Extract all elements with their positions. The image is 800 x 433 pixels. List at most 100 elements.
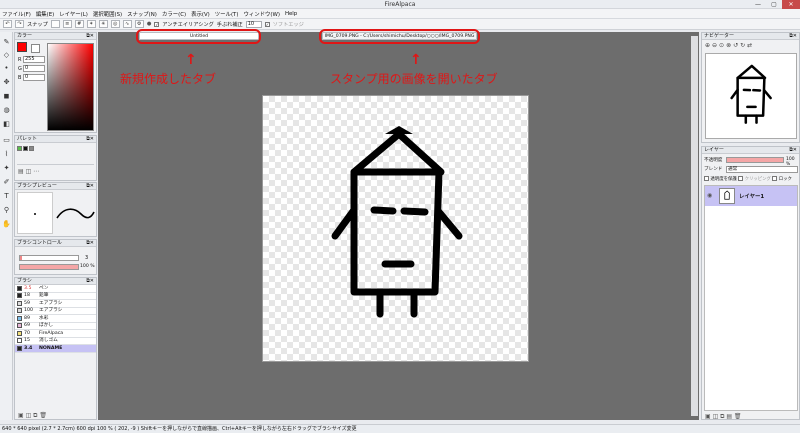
eye-icon[interactable]: ◉ — [707, 192, 712, 199]
hand-tool-icon[interactable]: ✋ — [2, 220, 11, 229]
brush-actions-icon[interactable]: ▣ ◫ ⧉ 🗑 — [18, 412, 47, 420]
brush-panel-header: ブラシ ⧉✕ — [15, 278, 96, 285]
menu-tool[interactable]: ツール(T) — [215, 10, 239, 18]
snap-curve-icon[interactable]: ∿ — [122, 20, 132, 28]
move-tool-icon[interactable]: ✥ — [2, 78, 11, 87]
blend-label: ブレンド — [704, 167, 723, 172]
layer-row[interactable]: ◉ レイヤー1 — [705, 186, 797, 206]
annotation-label-new-tab: 新規作成したタブ — [120, 72, 217, 86]
annotation-arrow-right: ↑ — [410, 52, 422, 68]
color-picker-square[interactable] — [47, 43, 94, 131]
snap-vanish-icon[interactable]: ✶ — [86, 20, 96, 28]
bucket-tool-icon[interactable]: ◍ — [2, 106, 11, 115]
panel-close-icon[interactable]: ⧉✕ — [789, 33, 797, 40]
primary-color-swatch[interactable] — [17, 42, 27, 52]
fill-tool-icon[interactable]: ◼ — [2, 92, 11, 101]
menu-snap[interactable]: スナップ(N) — [127, 10, 157, 18]
navigator-zoom-icons[interactable]: ⊕⊖⊙⊗↺↻⇄ — [705, 42, 754, 49]
palette-swatch[interactable] — [23, 146, 28, 151]
panel-close-icon[interactable]: ⧉✕ — [789, 147, 797, 154]
layer-opacity-label: 不透明度 — [704, 158, 723, 163]
menu-color[interactable]: カラー(C) — [162, 10, 186, 18]
brush-size-fill — [20, 256, 22, 260]
navigator-panel: ナビゲーター ⧉✕ ⊕⊖⊙⊗↺↻⇄ — [701, 32, 800, 143]
navigator-preview[interactable] — [705, 53, 797, 139]
window-title: FireAlpaca — [384, 1, 416, 8]
brush-dot — [34, 213, 36, 215]
brush-size-value: 3 — [85, 255, 89, 261]
brush-name: 鉛筆 — [39, 293, 49, 299]
brush-item[interactable]: 3.4 NONAME — [15, 345, 96, 353]
protect-alpha-checkbox[interactable] — [704, 176, 709, 181]
menu-edit[interactable]: 編集(E) — [36, 10, 54, 18]
menu-file[interactable]: ファイル(F) — [2, 10, 31, 18]
snap-circle-icon[interactable]: ◎ — [110, 20, 120, 28]
snap-cross-icon[interactable]: # — [74, 20, 84, 28]
lasso-tool-icon[interactable]: ⌇ — [2, 150, 11, 159]
dot-tool-icon[interactable]: • — [2, 64, 11, 73]
minimize-button[interactable]: — — [750, 0, 766, 9]
undo-icon[interactable]: ↶ — [3, 20, 12, 28]
close-button[interactable]: ✕ — [782, 0, 800, 9]
layer-actions-icon[interactable]: ▣ ◫ ⧉ ▤ 🗑 — [705, 413, 742, 421]
palette-swatch[interactable] — [29, 146, 34, 151]
vertical-scrollbar[interactable] — [691, 36, 698, 416]
lock-checkbox[interactable] — [772, 176, 778, 181]
maximize-button[interactable]: ▢ — [766, 0, 782, 9]
magic-wand-icon[interactable]: ✦ — [2, 164, 11, 173]
snap-radial-icon[interactable]: ✳ — [98, 20, 108, 28]
text-tool-icon[interactable]: T — [2, 192, 11, 201]
panel-close-icon[interactable]: ⧉✕ — [86, 136, 94, 143]
select-pen-icon[interactable]: ✐ — [2, 178, 11, 187]
antialias-checkbox[interactable]: ✓ — [154, 21, 160, 27]
menu-selection[interactable]: 選択範囲(S) — [93, 10, 122, 18]
b-input[interactable]: 0 — [23, 74, 45, 81]
softedge-checkbox[interactable]: ✓ — [264, 21, 270, 27]
snap-parallel-icon[interactable]: ≡ — [62, 20, 72, 28]
brush-panel: ブラシ ⧉✕ 3.5 ペン 18 鉛筆 59 エアブラシ 100 エアブラシ 89 水彩 6… — [14, 277, 97, 420]
color-panel: カラー ⧉✕ R 255 G 0 B 0 — [14, 32, 97, 133]
brush-tool-icon[interactable]: ✎ — [2, 38, 11, 47]
eraser-tool-icon[interactable]: ◇ — [2, 51, 11, 60]
correction-select[interactable]: 10 — [245, 20, 262, 28]
palette-menu-icon[interactable]: ▤ ◫ ⋯ — [18, 168, 39, 175]
clipping-checkbox[interactable] — [738, 176, 744, 181]
g-input[interactable]: 0 — [23, 65, 45, 72]
menu-help[interactable]: Help — [285, 11, 297, 17]
palette-panel-header: パレット ⧉✕ — [15, 136, 96, 143]
title-bar: FireAlpaca — ▢ ✕ — [0, 0, 800, 9]
brush-size: 15 — [24, 338, 30, 344]
brush-name: 水彩 — [39, 315, 49, 321]
snap-settings-icon[interactable]: ⚙ — [134, 20, 144, 28]
menu-window[interactable]: ウィンドウ(W) — [243, 10, 280, 18]
brush-opacity-slider[interactable] — [19, 264, 79, 270]
panel-close-icon[interactable]: ⧉✕ — [86, 183, 94, 190]
layer-header: レイヤー ⧉✕ — [702, 147, 799, 154]
r-input[interactable]: 255 — [23, 56, 45, 63]
brush-list: 3.5 ペン 18 鉛筆 59 エアブラシ 100 エアブラシ 89 水彩 69 ぼかし 7… — [15, 285, 96, 353]
secondary-color-swatch[interactable] — [31, 44, 40, 53]
select-tool-icon[interactable]: ▭ — [2, 136, 11, 145]
layer-opacity-slider[interactable] — [726, 157, 784, 163]
annotation-box-img-tab — [319, 29, 480, 44]
brush-control-header: ブラシコントロール ⧉✕ — [15, 240, 96, 247]
gradient-tool-icon[interactable]: ◧ — [2, 120, 11, 129]
brush-color-icon — [17, 338, 22, 344]
document-canvas[interactable] — [262, 95, 529, 362]
panel-close-icon[interactable]: ⧉✕ — [86, 278, 94, 285]
panel-close-icon[interactable]: ⧉✕ — [86, 33, 94, 40]
brush-size-slider[interactable] — [19, 255, 79, 261]
panel-close-icon[interactable]: ⧉✕ — [86, 240, 94, 247]
palette-panel: パレット ⧉✕ ▤ ◫ ⋯ — [14, 135, 97, 181]
palette-swatch[interactable] — [17, 146, 22, 151]
menu-bar: ファイル(F) 編集(E) レイヤー(L) 選択範囲(S) スナップ(N) カラ… — [0, 9, 800, 19]
brush-name: ぼかし — [39, 323, 54, 329]
blend-select[interactable]: 通常 — [726, 166, 798, 173]
eyedropper-icon[interactable]: ⚲ — [2, 206, 11, 215]
redo-icon[interactable]: ↷ — [15, 20, 24, 28]
brush-size: 18 — [24, 293, 30, 299]
menu-layer[interactable]: レイヤー(L) — [59, 10, 88, 18]
snap-off-icon[interactable] — [50, 20, 60, 28]
menu-view[interactable]: 表示(V) — [191, 10, 210, 18]
brush-name: ペン — [39, 285, 49, 291]
